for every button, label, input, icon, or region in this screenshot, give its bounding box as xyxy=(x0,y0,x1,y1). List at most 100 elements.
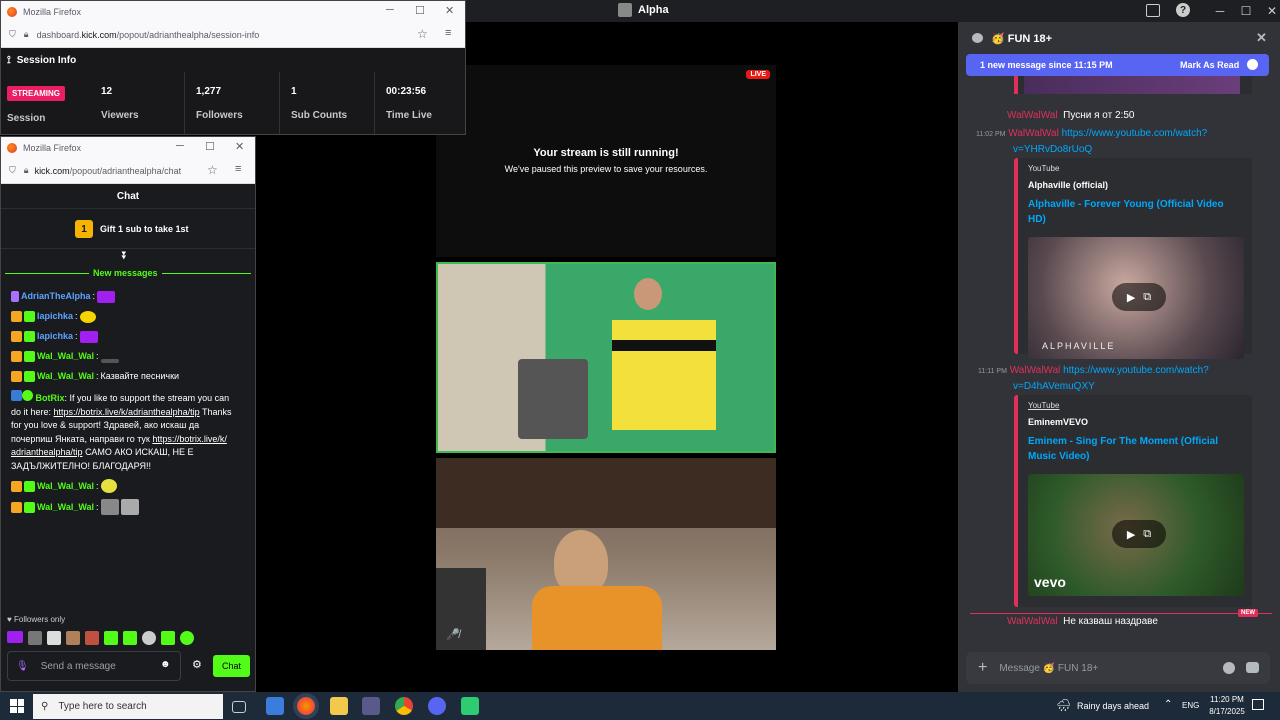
verified-badge-icon xyxy=(22,390,33,401)
minimize-icon[interactable]: ─ xyxy=(386,4,394,16)
emoji-icon[interactable] xyxy=(1223,662,1235,674)
weather-icon[interactable]: 🌧︎ xyxy=(1056,698,1071,712)
chat-username[interactable]: Wal_Wal_Wal xyxy=(37,370,94,383)
media-player-icon[interactable] xyxy=(362,697,380,715)
emote-button[interactable] xyxy=(123,631,137,645)
bookmark-star-icon[interactable]: ☆ xyxy=(207,163,218,177)
maximize-icon[interactable]: ☐ xyxy=(415,4,425,17)
help-icon[interactable]: ? xyxy=(1176,3,1190,17)
chat-panel: Chat 1 Gift 1 sub to take 1st ⏬︎ New mes… xyxy=(1,185,255,691)
menu-icon[interactable]: ≡ xyxy=(235,163,241,175)
new-messages-label: New messages xyxy=(89,268,162,278)
gift-banner[interactable]: 1 Gift 1 sub to take 1st xyxy=(1,209,255,249)
embed-title[interactable]: Alphaville - Forever Young (Official Vid… xyxy=(1028,197,1242,227)
mute-icon[interactable]: 🎤̸ xyxy=(446,628,460,641)
url-bar[interactable]: ⛉ 🔒︎ dashboard. kick.com/popout/adrianthe… xyxy=(1,22,465,48)
notification-icon[interactable] xyxy=(1252,699,1264,710)
maximize-icon[interactable]: ☐ xyxy=(1236,2,1256,20)
message-link[interactable]: v=D4hAVemuQXY xyxy=(1013,381,1095,392)
gamepad-icon[interactable] xyxy=(1246,662,1259,673)
video-thumbnail[interactable]: ▶ ⧉ ALPHAVILLE xyxy=(1028,237,1244,359)
clock-date[interactable]: 8/17/2025 xyxy=(1205,707,1249,716)
play-button[interactable]: ▶ ⧉ xyxy=(1112,520,1166,548)
menu-icon[interactable]: ≡ xyxy=(445,27,451,39)
play-button[interactable]: ▶ ⧉ xyxy=(1112,283,1166,311)
windows-start-icon[interactable] xyxy=(10,699,24,713)
tip-link[interactable]: adrianthealpha/tip xyxy=(11,447,83,457)
shield-icon[interactable]: ⛉ xyxy=(9,165,16,176)
message-input[interactable]: + Message 🥳 FUN 18+ xyxy=(966,652,1270,684)
close-icon[interactable]: ✕ xyxy=(445,4,454,17)
shield-icon[interactable]: ⛉ xyxy=(9,29,16,40)
emoji-icon[interactable]: ☻ xyxy=(160,659,171,670)
emote-button[interactable] xyxy=(28,631,42,645)
taskbar-search[interactable]: ⚲ Type here to search xyxy=(33,694,223,719)
monitor-icon[interactable] xyxy=(1146,4,1160,17)
close-icon[interactable]: ✕ xyxy=(1256,30,1267,46)
embed-provider[interactable]: YouTube xyxy=(1028,401,1242,410)
webcam-video-1[interactable] xyxy=(436,262,776,453)
mark-as-read-button[interactable]: Mark As Read xyxy=(1180,60,1239,70)
mark-read-icon[interactable] xyxy=(1247,59,1258,70)
minimize-icon[interactable]: ─ xyxy=(1210,2,1230,20)
weather-text[interactable]: Rainy days ahead xyxy=(1077,701,1149,711)
message-link[interactable]: https://www.youtube.com/watch? xyxy=(1062,128,1208,139)
task-view-icon[interactable] xyxy=(232,701,246,713)
message-time: 11:02 PM xyxy=(976,131,1006,138)
embed-title[interactable]: Eminem - Sing For The Moment (Official Mu… xyxy=(1028,434,1242,464)
close-icon[interactable]: ✕ xyxy=(235,140,244,153)
message-author[interactable]: WalWalWal xyxy=(1010,365,1061,376)
emote-button[interactable] xyxy=(142,631,156,645)
emote-button[interactable] xyxy=(104,631,118,645)
message-author[interactable]: WalWalWal xyxy=(1007,110,1058,121)
chat-username[interactable]: BotRix xyxy=(36,393,65,403)
message-author[interactable]: WalWalWal xyxy=(1008,128,1059,139)
chrome-icon[interactable] xyxy=(395,697,413,715)
bookmark-star-icon[interactable]: ☆ xyxy=(417,27,428,41)
scroll-down-icon[interactable]: ⏬︎ xyxy=(122,250,128,263)
app-icon[interactable] xyxy=(461,697,479,715)
close-icon[interactable]: ✕ xyxy=(1262,2,1280,20)
tip-link[interactable]: https://botrix.live/k/ xyxy=(152,434,227,444)
embed-author[interactable]: EminemVEVO xyxy=(1028,417,1242,427)
maximize-icon[interactable]: ☐ xyxy=(205,140,215,153)
chat-username[interactable]: Wal_Wal_Wal xyxy=(37,480,94,493)
chevron-up-icon[interactable]: ⌃ xyxy=(1164,699,1172,710)
app-icon[interactable] xyxy=(266,697,284,715)
embed-provider[interactable]: YouTube xyxy=(1028,164,1242,173)
emote-button[interactable] xyxy=(7,631,23,643)
chat-username[interactable]: Wal_Wal_Wal xyxy=(37,501,94,514)
firefox-taskbar-icon[interactable] xyxy=(297,697,315,715)
clock-time[interactable]: 11:20 PM xyxy=(1207,695,1247,704)
webcam-video-2[interactable]: 🎤̸ xyxy=(436,458,776,650)
language-indicator[interactable]: ENG xyxy=(1182,701,1199,710)
emote-button[interactable] xyxy=(85,631,99,645)
discord-icon[interactable] xyxy=(428,697,446,715)
embed-author[interactable]: Alphaville (official) xyxy=(1028,180,1242,190)
send-chat-button[interactable]: Chat xyxy=(213,655,250,677)
gear-icon[interactable]: ⚙ xyxy=(192,658,202,671)
message-link[interactable]: https://www.youtube.com/watch? xyxy=(1063,365,1209,376)
chat-username[interactable]: lapichka xyxy=(37,330,73,343)
chat-username[interactable]: AdrianTheAlpha xyxy=(21,290,91,303)
new-messages-bar[interactable]: 1 new message since 11:15 PM Mark As Rea… xyxy=(966,54,1269,76)
emote-button[interactable] xyxy=(161,631,175,645)
emote-button[interactable] xyxy=(180,631,194,645)
url-bar[interactable]: ⛉ 🔒︎ kick.com/popout/adrianthealpha/chat… xyxy=(1,158,255,184)
video-thumbnail[interactable]: ▶ ⧉ vevo xyxy=(1028,474,1244,596)
lock-icon[interactable]: 🔒︎ xyxy=(24,165,29,176)
lock-icon[interactable]: 🔒︎ xyxy=(24,29,29,40)
chat-username[interactable]: lapichka xyxy=(37,310,73,323)
chat-username[interactable]: Wal_Wal_Wal xyxy=(37,350,94,363)
emote-button[interactable] xyxy=(47,631,61,645)
message-link[interactable]: v=YHRvDo8rUoQ xyxy=(1013,144,1092,155)
add-attachment-icon[interactable]: + xyxy=(978,659,987,677)
stat-sub-counts: 1 Sub Counts xyxy=(283,72,375,134)
tip-link[interactable]: https://botrix.live/k/adrianthealpha/tip xyxy=(54,407,200,417)
file-explorer-icon[interactable] xyxy=(330,697,348,715)
message-author[interactable]: WalWalWal xyxy=(1007,616,1058,627)
chat-input[interactable]: 🎙︎ Send a message ☻ xyxy=(7,651,181,681)
message-text: Пусни я от 2:50 xyxy=(1063,110,1135,121)
emote-button[interactable] xyxy=(66,631,80,645)
minimize-icon[interactable]: ─ xyxy=(176,140,184,152)
